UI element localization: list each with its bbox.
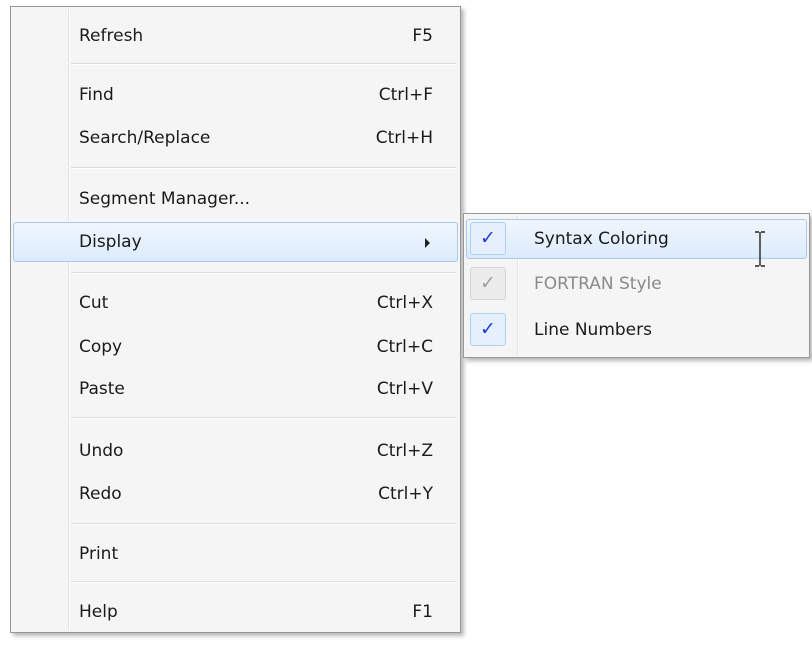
submenu-item-label: Syntax Coloring xyxy=(534,229,669,249)
menu-item-cut[interactable]: Cut Ctrl+X xyxy=(13,283,458,323)
text-cursor-icon xyxy=(755,231,765,267)
menu-item-label: Redo xyxy=(79,484,122,504)
checkmark-icon: ✓ xyxy=(470,267,506,300)
menu-item-label: Display xyxy=(79,232,142,252)
menu-separator xyxy=(71,581,456,583)
menu-item-display[interactable]: Display xyxy=(13,222,458,262)
checkmark-icon: ✓ xyxy=(470,222,506,255)
menu-item-shortcut: Ctrl+V xyxy=(376,379,433,399)
menu-item-label: Find xyxy=(79,85,114,105)
menu-item-shortcut: Ctrl+H xyxy=(375,128,433,148)
menu-item-search-replace[interactable]: Search/Replace Ctrl+H xyxy=(13,118,458,158)
submenu-item-label: FORTRAN Style xyxy=(534,274,662,294)
submenu-item-line-numbers[interactable]: ✓ Line Numbers xyxy=(466,310,807,350)
menu-separator xyxy=(71,272,456,274)
menu-item-refresh[interactable]: Refresh F5 xyxy=(13,16,458,56)
menu-item-find[interactable]: Find Ctrl+F xyxy=(13,75,458,115)
context-menu: Refresh F5 Find Ctrl+F Search/Replace Ct… xyxy=(10,6,461,633)
menu-item-label: Copy xyxy=(79,337,123,357)
menu-item-label: Search/Replace xyxy=(79,128,211,148)
menu-item-redo[interactable]: Redo Ctrl+Y xyxy=(13,474,458,514)
menu-item-shortcut: F1 xyxy=(412,602,433,622)
menu-item-undo[interactable]: Undo Ctrl+Z xyxy=(13,431,458,471)
menu-item-shortcut: Ctrl+Y xyxy=(378,484,433,504)
menu-item-label: Segment Manager... xyxy=(79,189,251,209)
menu-item-paste[interactable]: Paste Ctrl+V xyxy=(13,369,458,409)
menu-item-label: Print xyxy=(79,544,119,564)
menu-item-shortcut: Ctrl+X xyxy=(376,293,433,313)
menu-separator xyxy=(71,167,456,169)
menu-item-label: Paste xyxy=(79,379,125,399)
menu-item-copy[interactable]: Copy Ctrl+C xyxy=(13,327,458,367)
menu-separator xyxy=(71,523,456,525)
menu-item-print[interactable]: Print xyxy=(13,534,458,574)
submenu-item-label: Line Numbers xyxy=(534,320,652,340)
menu-item-label: Cut xyxy=(79,293,109,313)
menu-item-shortcut: F5 xyxy=(412,26,433,46)
menu-item-shortcut: Ctrl+F xyxy=(378,85,433,105)
menu-item-label: Refresh xyxy=(79,26,144,46)
menu-separator xyxy=(71,63,456,65)
chevron-right-icon xyxy=(425,238,430,248)
checkmark-icon: ✓ xyxy=(470,313,506,346)
menu-item-shortcut: Ctrl+C xyxy=(376,337,433,357)
menu-item-help[interactable]: Help F1 xyxy=(13,592,458,632)
menu-item-segment-manager[interactable]: Segment Manager... xyxy=(13,179,458,219)
menu-item-shortcut: Ctrl+Z xyxy=(376,441,433,461)
menu-item-label: Undo xyxy=(79,441,124,461)
menu-item-label: Help xyxy=(79,602,118,622)
menu-separator xyxy=(71,417,456,419)
submenu-item-fortran-style: ✓ FORTRAN Style xyxy=(466,264,807,304)
